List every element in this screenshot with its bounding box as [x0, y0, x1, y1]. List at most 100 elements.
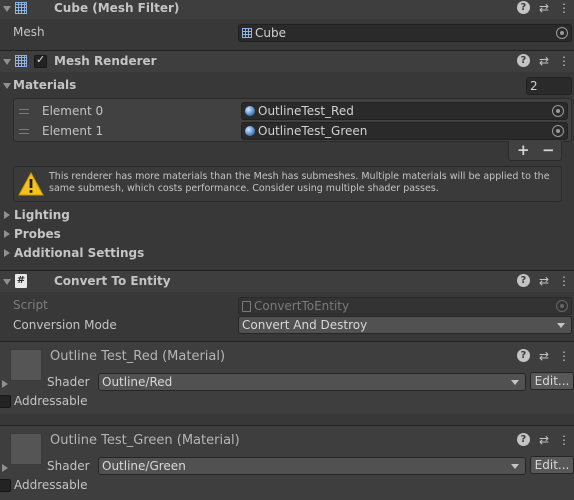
chevron-down-icon — [557, 323, 565, 328]
script-label: Script — [13, 298, 48, 312]
presets-icon[interactable]: ⇄ — [539, 433, 549, 447]
edit-shader-button[interactable]: Edit... — [530, 372, 574, 390]
materials-label[interactable]: Materials — [13, 78, 76, 92]
addressable-label: Addressable — [14, 394, 88, 408]
mesh-value: Cube — [255, 26, 286, 40]
edit-label: Edit... — [534, 374, 570, 388]
script-field: ConvertToEntity — [238, 297, 572, 315]
material-icon — [245, 126, 255, 136]
materials-list: Element 0 OutlineTest_Red Element 1 Outl… — [13, 98, 572, 142]
add-element-button[interactable]: + — [517, 141, 530, 159]
convert-to-entity-header[interactable]: # Convert To Entity ? ⇄ ⋮ — [0, 270, 574, 292]
edit-label: Edit... — [534, 458, 570, 472]
mesh-renderer-icon — [15, 55, 27, 67]
materials-count-field[interactable]: 2 — [526, 77, 572, 95]
object-picker-icon — [556, 300, 568, 312]
mesh-label: Mesh — [13, 25, 45, 39]
element-field[interactable]: OutlineTest_Green — [241, 122, 568, 140]
foldout-arrow-icon[interactable] — [2, 380, 8, 388]
presets-icon[interactable]: ⇄ — [539, 1, 549, 15]
script-file-icon — [242, 301, 251, 312]
kebab-menu-icon[interactable]: ⋮ — [558, 274, 570, 288]
list-item[interactable]: Element 0 OutlineTest_Red — [14, 101, 571, 121]
help-icon[interactable]: ? — [516, 54, 530, 67]
mesh-renderer-header[interactable]: ✓ Mesh Renderer ? ⇄ ⋮ — [0, 50, 574, 72]
header-icons: ? ⇄ ⋮ — [516, 349, 570, 363]
remove-element-button[interactable]: − — [542, 141, 555, 159]
script-icon: # — [15, 274, 27, 288]
checkmark-icon: ✓ — [36, 53, 46, 66]
kebab-menu-icon[interactable]: ⋮ — [558, 1, 570, 15]
help-icon[interactable]: ? — [516, 1, 530, 14]
element-label: Element 1 — [42, 124, 104, 138]
material-header-red[interactable]: Outline Test_Red (Material) ? ⇄ ⋮ Shader… — [0, 342, 574, 414]
mesh-field[interactable]: Cube — [238, 24, 572, 42]
warning-icon — [18, 172, 44, 196]
shader-dropdown[interactable]: Outline/Green — [98, 457, 526, 475]
help-icon[interactable]: ? — [516, 274, 530, 287]
enabled-checkbox[interactable]: ✓ — [34, 53, 47, 68]
kebab-menu-icon[interactable]: ⋮ — [558, 54, 570, 68]
element-value: OutlineTest_Green — [258, 124, 368, 138]
conversion-mode-value: Convert And Destroy — [242, 318, 368, 332]
presets-icon[interactable]: ⇄ — [539, 54, 549, 68]
header-icons: ? ⇄ ⋮ — [516, 274, 570, 288]
component-title: Convert To Entity — [54, 274, 171, 288]
section-additional-settings[interactable]: Additional Settings — [14, 246, 144, 260]
mesh-filter-header[interactable]: Cube (Mesh Filter) ? ⇄ ⋮ — [0, 0, 574, 19]
object-picker-icon[interactable] — [552, 105, 564, 117]
kebab-menu-icon[interactable]: ⋮ — [558, 349, 570, 363]
warning-helpbox: This renderer has more materials than th… — [13, 166, 562, 202]
chevron-down-icon — [511, 464, 519, 469]
header-icons: ? ⇄ ⋮ — [516, 433, 570, 447]
addressable-label: Addressable — [14, 478, 88, 492]
shader-value: Outline/Red — [102, 375, 173, 389]
addressable-checkbox[interactable] — [0, 395, 11, 408]
help-icon[interactable]: ? — [516, 349, 530, 362]
conversion-mode-label: Conversion Mode — [13, 318, 117, 332]
help-icon[interactable]: ? — [516, 433, 530, 446]
object-picker-icon[interactable] — [556, 27, 568, 39]
kebab-menu-icon[interactable]: ⋮ — [558, 433, 570, 447]
section-probes[interactable]: Probes — [14, 227, 61, 241]
presets-icon[interactable]: ⇄ — [539, 274, 549, 288]
edit-shader-button[interactable]: Edit... — [530, 456, 574, 474]
probes-foldout-icon[interactable] — [4, 230, 10, 238]
conversion-mode-dropdown[interactable]: Convert And Destroy — [238, 316, 572, 334]
drag-handle-icon[interactable] — [19, 109, 29, 114]
header-icons: ? ⇄ ⋮ — [516, 1, 570, 15]
component-title: Cube (Mesh Filter) — [54, 1, 180, 15]
chevron-down-icon — [511, 380, 519, 385]
material-icon — [245, 106, 255, 116]
drag-handle-icon[interactable] — [19, 129, 29, 134]
foldout-arrow-icon[interactable] — [3, 59, 11, 65]
addressable-checkbox[interactable] — [0, 479, 11, 492]
shader-value: Outline/Green — [102, 459, 186, 473]
mesh-icon — [242, 28, 252, 38]
materials-foldout-icon[interactable] — [3, 83, 11, 89]
warning-text: This renderer has more materials than th… — [49, 171, 550, 194]
additional-settings-foldout-icon[interactable] — [4, 249, 10, 257]
object-picker-icon[interactable] — [552, 125, 564, 137]
component-title: Mesh Renderer — [54, 54, 157, 68]
element-label: Element 0 — [42, 104, 104, 118]
foldout-arrow-icon[interactable] — [2, 464, 8, 472]
element-field[interactable]: OutlineTest_Red — [241, 102, 568, 120]
shader-label: Shader — [47, 459, 90, 473]
script-value: ConvertToEntity — [254, 299, 350, 313]
presets-icon[interactable]: ⇄ — [539, 349, 549, 363]
foldout-arrow-icon[interactable] — [3, 6, 11, 12]
material-title: Outline Test_Red (Material) — [50, 349, 226, 364]
material-title: Outline Test_Green (Material) — [50, 433, 240, 448]
foldout-arrow-icon[interactable] — [3, 279, 11, 285]
list-item[interactable]: Element 1 OutlineTest_Green — [14, 121, 571, 141]
shader-dropdown[interactable]: Outline/Red — [98, 373, 526, 391]
header-icons: ? ⇄ ⋮ — [516, 54, 570, 68]
material-header-green[interactable]: Outline Test_Green (Material) ? ⇄ ⋮ Shad… — [0, 426, 574, 500]
material-preview-thumbnail — [10, 349, 42, 381]
lighting-foldout-icon[interactable] — [4, 211, 10, 219]
mesh-filter-icon — [15, 2, 27, 14]
element-value: OutlineTest_Red — [258, 104, 354, 118]
materials-count: 2 — [530, 79, 538, 93]
section-lighting[interactable]: Lighting — [14, 208, 70, 222]
